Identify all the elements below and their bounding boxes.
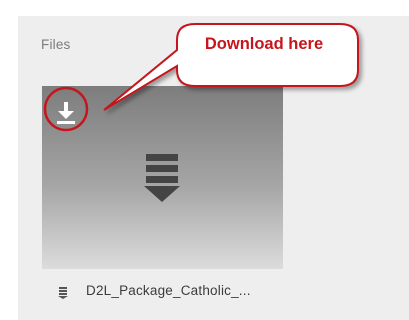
file-name-row[interactable]: D2L_Package_Catholic_...	[58, 283, 318, 301]
file-card[interactable]	[42, 86, 283, 269]
file-name[interactable]: D2L_Package_Catholic_...	[86, 283, 251, 298]
download-button[interactable]	[45, 93, 87, 135]
download-tray-icon	[57, 102, 75, 124]
section-title: Files	[41, 37, 71, 52]
callout-text: Download here	[204, 35, 324, 53]
file-type-icon	[58, 286, 68, 304]
stacked-download-icon	[142, 154, 182, 211]
